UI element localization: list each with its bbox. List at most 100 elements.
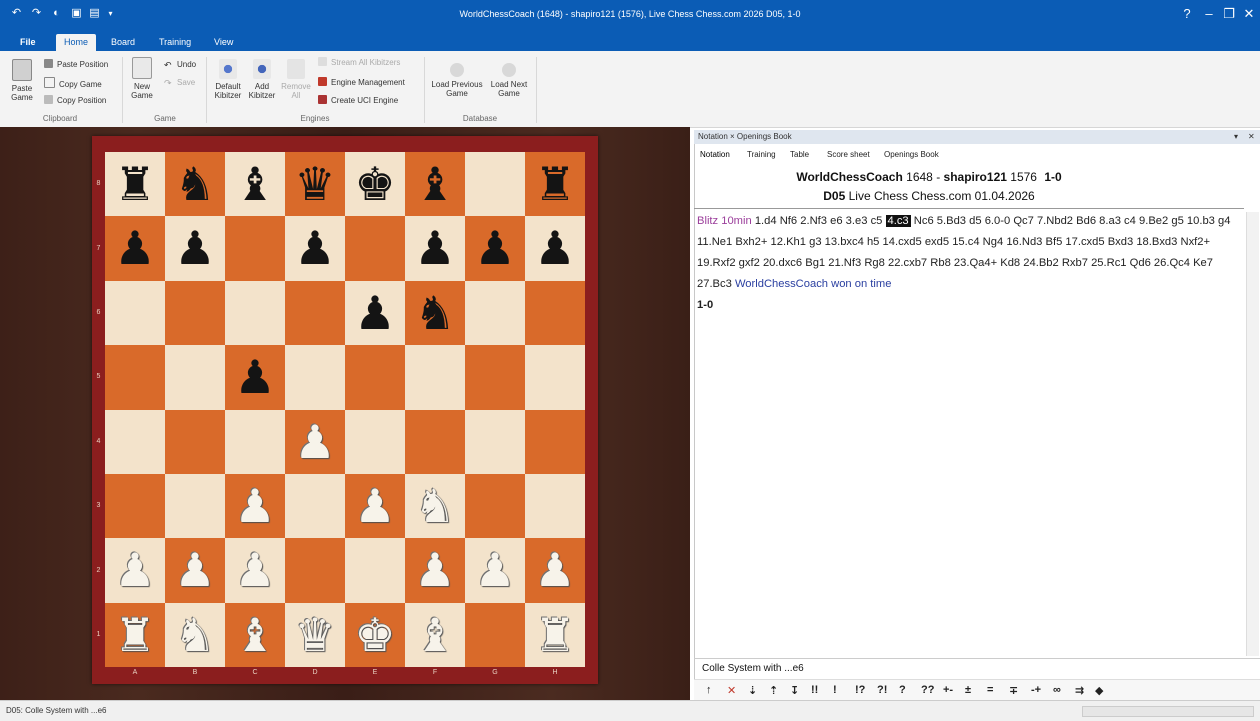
move[interactable]: Nf6 [780,215,797,227]
move[interactable]: Bf5 [1046,236,1063,248]
black-pawn-icon[interactable]: ♟ [465,216,525,280]
square-e2[interactable] [345,538,405,603]
move-list[interactable]: Blitz 10min 1.d4 Nf6 2.Nf3 e6 3.e3 c5 4.… [697,211,1245,316]
move[interactable]: h5 [867,236,879,248]
load-next-game-button[interactable]: Load Next Game [485,63,533,98]
undo-button[interactable]: ↶ Undo [164,59,196,71]
move[interactable]: c4 [1124,215,1136,227]
white-pawn-icon[interactable]: ♟ [225,474,285,538]
move[interactable]: 9.Be2 [1139,215,1168,227]
annotation-symbol-button[interactable]: ? [899,684,906,696]
square-h6[interactable] [525,280,585,346]
move[interactable]: 20.dxc6 [763,257,802,269]
delete-previous-icon[interactable]: ⇡ [769,684,778,697]
move[interactable]: 21.Nf3 [828,257,861,269]
move[interactable]: Bxd3 [1108,236,1134,248]
black-king-icon[interactable]: ♚ [345,152,405,216]
square-b6[interactable] [165,280,225,346]
annotation-symbol-button[interactable]: !? [855,684,865,696]
white-rook-icon[interactable]: ♜ [105,603,165,667]
move[interactable]: d5 [969,215,981,227]
create-uci-engine-button[interactable]: Create UCI Engine [318,95,398,107]
chess-board[interactable]: ♜ ♞ ♝ ♛ ♚ ♝ ♜ ♟ ♟ ♟ ♟ ♟ ♟ ♟ ♞ ♟ ♟ ♟ ♟ ♞ ♟ ♟ ♟ ♟ ♟ ♟ ♜ ♞ ♝ ♛ ♚ ♝ ♜ [105,152,585,668]
close-button[interactable]: ✕ [1238,4,1260,24]
move[interactable]: 6.0-0 [985,215,1011,227]
annotation-symbol-button[interactable]: !! [811,684,818,696]
white-pawn-icon[interactable]: ♟ [165,538,225,602]
black-bishop-icon[interactable]: ♝ [225,152,285,216]
move[interactable]: Qd6 [1130,257,1151,269]
new-game-button[interactable]: New Game [125,57,159,100]
white-king-icon[interactable]: ♚ [345,603,405,667]
subtab-training[interactable]: Training [747,150,776,159]
move[interactable]: 8.a3 [1099,215,1121,227]
move[interactable]: e6 [830,215,842,227]
move[interactable]: Qc7 [1013,215,1034,227]
white-pawn-icon[interactable]: ♟ [225,538,285,602]
black-pawn-icon[interactable]: ♟ [405,216,465,280]
tab-view[interactable]: View [206,34,241,51]
maximize-button[interactable]: ❐ [1218,4,1240,24]
move[interactable]: 2.Nf3 [800,215,827,227]
tab-board[interactable]: Board [103,34,143,51]
move[interactable]: 16.Nd3 [1006,236,1042,248]
move[interactable]: 22.cxb7 [888,257,927,269]
white-pawn-icon[interactable]: ♟ [285,410,345,474]
move[interactable]: g4 [1218,215,1230,227]
move[interactable]: Kd8 [1000,257,1020,269]
panel-close-icon[interactable]: ✕ [1248,130,1255,144]
stream-kibitzers-button[interactable]: Stream All Kibitzers [318,57,400,69]
remove-all-button[interactable]: Remove All [280,59,312,100]
move[interactable]: 11.Ne1 [697,236,732,248]
move[interactable]: Rg8 [864,257,885,269]
square-h5[interactable] [525,345,585,410]
white-pawn-icon[interactable]: ♟ [465,538,525,602]
move[interactable]: Ng4 [983,236,1004,248]
white-bishop-icon[interactable]: ♝ [225,603,285,667]
white-queen-icon[interactable]: ♛ [285,603,345,667]
white-pawn-icon[interactable]: ♟ [345,474,405,538]
annotation-symbol-button[interactable]: ∞ [1053,684,1061,696]
toolbar-extra-icon[interactable]: ⇉ [1075,684,1084,697]
move[interactable]: c5 [871,215,883,227]
load-previous-game-button[interactable]: Load Previous Game [428,63,486,98]
move[interactable]: 15.c4 [952,236,979,248]
move[interactable]: 17.cxd5 [1065,236,1104,248]
square-g4[interactable] [465,409,525,474]
zoom-slider[interactable] [1082,706,1254,717]
move[interactable]: Nc6 [914,215,934,227]
move[interactable]: exd5 [925,236,949,248]
square-d3[interactable] [285,474,345,539]
square-g5[interactable] [465,345,525,410]
black-bishop-icon[interactable]: ♝ [405,152,465,216]
square-a5[interactable] [105,345,165,410]
engine-management-button[interactable]: Engine Management [318,77,405,89]
toolbar-extra-icon[interactable]: ◆ [1095,684,1103,697]
annotation-symbol-button[interactable]: ! [833,684,837,696]
square-c6[interactable] [225,280,285,346]
move[interactable]: g3 [809,236,821,248]
black-knight-icon[interactable]: ♞ [165,152,225,216]
square-g6[interactable] [465,280,525,346]
copy-game-button[interactable]: Copy Game [44,77,102,89]
help-button[interactable]: ? [1176,4,1198,24]
square-a3[interactable] [105,474,165,539]
white-pawn-icon[interactable]: ♟ [405,538,465,602]
move[interactable]: 3.e3 [846,215,868,227]
black-rook-icon[interactable]: ♜ [105,152,165,216]
tab-training[interactable]: Training [151,34,199,51]
move[interactable]: 1.d4 [755,215,777,227]
tab-home[interactable]: Home [56,34,97,51]
black-rook-icon[interactable]: ♜ [525,152,585,216]
move[interactable]: 18.Bxd3 [1136,236,1177,248]
move[interactable]: g5 [1171,215,1183,227]
square-b5[interactable] [165,345,225,410]
move[interactable]: Bxh2+ [735,236,767,248]
square-a4[interactable] [105,409,165,474]
cut-variation-icon[interactable]: ↧ [790,684,799,697]
square-e7[interactable] [345,216,405,281]
move[interactable]: 13.bxc4 [825,236,864,248]
subtab-table[interactable]: Table [790,150,809,159]
white-knight-icon[interactable]: ♞ [405,474,465,538]
delete-icon[interactable]: ✕ [727,684,736,697]
